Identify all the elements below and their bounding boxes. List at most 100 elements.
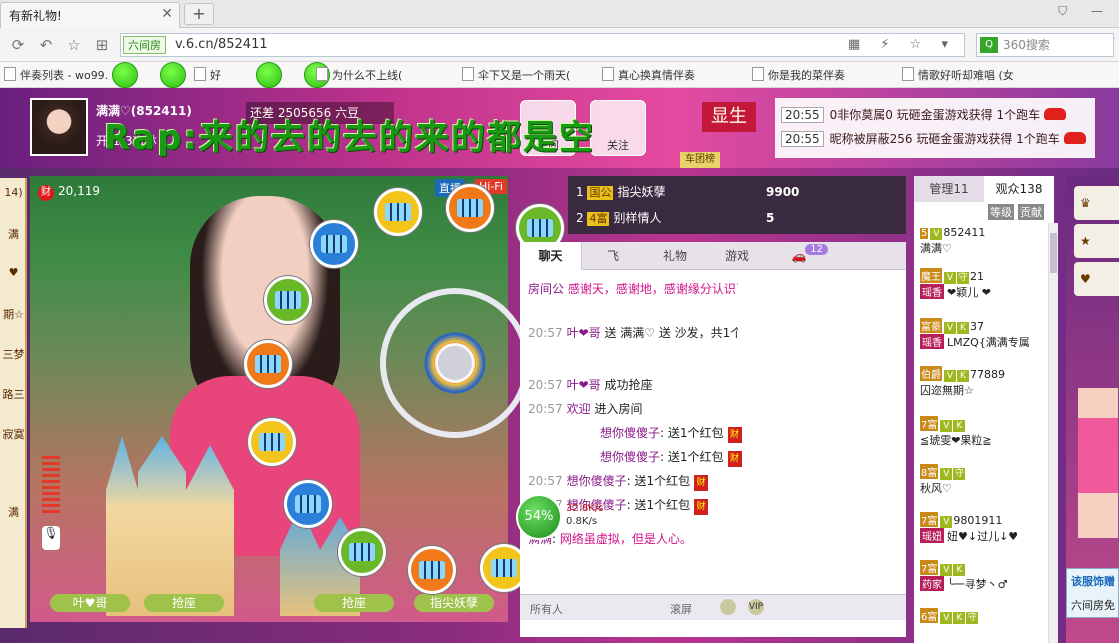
- strip-item[interactable]: 14): [0, 186, 27, 199]
- gondola-icon: [374, 188, 422, 236]
- tab-viewers[interactable]: 观众138: [984, 176, 1054, 202]
- star-icon[interactable]: ★: [1074, 224, 1119, 258]
- gondola-icon: [310, 220, 358, 268]
- grab-seat-button[interactable]: 抢座: [144, 594, 224, 612]
- vip-icon[interactable]: VIP: [748, 599, 764, 615]
- audience-item[interactable]: 7富 V K ≦琥雯❤果粒≧: [920, 416, 1044, 448]
- bookmark-item[interactable]: 你是我的菜伴奏: [752, 67, 845, 83]
- gondola-icon: [284, 480, 332, 528]
- audience-item[interactable]: 6富 V K 守: [920, 608, 1044, 624]
- sports-car-icon: [1063, 132, 1086, 144]
- gondola-icon: [244, 340, 292, 388]
- gift-rank-board: 1 国公 指尖妖孽 9900 2 4富 别样情人 5: [568, 176, 906, 234]
- chat-tabs: 聊天 飞 礼物 游戏 🚗 12: [520, 242, 906, 270]
- browser-tab-bar: 有新礼物! ✕ + ⛉ —: [0, 0, 1119, 28]
- bookmarks-bar: 伴奏列表 - wo99. 好 为什么不上线( 伞下又是一个雨天( 真心换真情伴奏…: [0, 62, 1119, 88]
- audience-item[interactable]: 魔王 V 守 21 瑶香 ❤颖儿 ❤: [920, 268, 1044, 300]
- chat-message: 房间公 感谢天，感谢地，感谢缘分认识了你...XX♡ 充值请找颖儿: [528, 282, 738, 296]
- strip-item[interactable]: 寂寞: [0, 426, 27, 442]
- bookmark-item[interactable]: 好: [194, 67, 221, 83]
- tab-title: 有新礼物!: [9, 9, 62, 23]
- emoji-icon[interactable]: [720, 599, 736, 615]
- green-circle-icon: [112, 62, 138, 88]
- audience-panel: 管理11 观众138 等级 贡献 5 V 852411 满满♡ 魔王 V 守 21 瑶香 ❤颖儿 …: [914, 176, 1054, 643]
- chat-message: 想你傻傻子: 送1个红包财: [600, 448, 810, 467]
- audience-sort[interactable]: 等级 贡献: [914, 202, 1054, 220]
- heart-icon[interactable]: ♥: [1074, 262, 1119, 296]
- audience-item[interactable]: 5 V 852411 满满♡: [920, 226, 1044, 256]
- grid-icon[interactable]: ⊞: [92, 35, 112, 55]
- search-placeholder: 360搜索: [1003, 38, 1050, 52]
- star-icon[interactable]: ☆: [64, 35, 84, 55]
- bookmark-item[interactable]: 为什么不上线(: [316, 67, 402, 83]
- browser-tab[interactable]: 有新礼物! ✕: [0, 2, 180, 28]
- bookmark-item[interactable]: 伞下又是一个雨天(: [462, 67, 570, 83]
- red-packet-icon: 财: [727, 427, 742, 443]
- url-text: v.6.cn/852411: [175, 37, 268, 52]
- gondola-icon: [248, 418, 296, 466]
- green-circle-icon: [160, 62, 186, 88]
- address-bar[interactable]: 六间房 v.6.cn/852411 ▦ ⚡ ☆ ▾: [120, 33, 965, 57]
- grab-seat-button[interactable]: 抢座: [314, 594, 394, 612]
- chat-input-bar[interactable]: 所有人 滚屏 VIP: [520, 594, 906, 620]
- ferris-wheel-hub: [435, 343, 475, 383]
- gondola-icon: [446, 184, 494, 232]
- green-circle-icon: [256, 62, 282, 88]
- bookmark-item[interactable]: 真心换真情伴奏: [602, 67, 695, 83]
- strip-item[interactable]: 满: [0, 226, 27, 242]
- chat-message: 想你傻傻子: 送1个红包财: [600, 424, 810, 443]
- tab-admins[interactable]: 管理11: [914, 176, 984, 202]
- audience-item[interactable]: 8富 V 守秋风♡: [920, 464, 1044, 496]
- notice-row: 20:55 0非你莫属0 玩砸金蛋游戏获得 1个跑车: [781, 106, 1091, 128]
- strip-item[interactable]: 满: [0, 504, 27, 520]
- rank-row[interactable]: 2 4富 别样情人 5: [576, 206, 896, 230]
- navigation-bar: ⟳ ↶ ☆ ⊞ 六间房 v.6.cn/852411 ▦ ⚡ ☆ ▾ Q 360搜…: [0, 28, 1119, 62]
- tab-fly[interactable]: 飞: [582, 242, 644, 270]
- window-controls[interactable]: ⛉ —: [1058, 4, 1113, 19]
- microphone-icon[interactable]: 🎙: [42, 526, 60, 550]
- close-icon[interactable]: ✕: [161, 6, 173, 22]
- car-rank-button[interactable]: 车团榜: [680, 152, 720, 168]
- chat-panel: 聊天 飞 礼物 游戏 🚗 12 房间公 感谢天，感谢地，感谢缘分认识了你...X…: [520, 242, 906, 637]
- undo-icon[interactable]: ↶: [36, 35, 56, 55]
- rank-row[interactable]: 1 国公 指尖妖孽 9900: [576, 180, 896, 204]
- scroll-toggle[interactable]: 滚屏: [670, 601, 692, 617]
- audience-item[interactable]: 7富 V K 药家 ╰一寻梦丶♂: [920, 560, 1044, 592]
- sports-car-icon: [1044, 108, 1067, 120]
- address-bar-icons[interactable]: ▦ ⚡ ☆ ▾: [848, 34, 956, 56]
- chat-message: 20:57想你傻傻子: 送1个红包财: [528, 472, 738, 491]
- overlay-caption: Rap:来的去的去的来的都是空: [104, 118, 596, 158]
- recipient-select[interactable]: 所有人: [530, 601, 563, 617]
- red-packet-icon: 财: [694, 475, 709, 491]
- dressup-promo[interactable]: 该服饰赠 六间房免: [1066, 568, 1119, 618]
- sheng-button[interactable]: 显生: [702, 102, 756, 132]
- red-packet-icon: 财: [694, 499, 709, 515]
- gondola-icon: [408, 546, 456, 594]
- strip-item[interactable]: 路三: [0, 386, 27, 402]
- bookmark-item[interactable]: 伴奏列表 - wo99.: [4, 67, 108, 83]
- chat-message: 满满: 网络虽虚拟，但是人心。: [528, 532, 692, 546]
- strip-item[interactable]: ♥: [0, 266, 27, 279]
- follow-button[interactable]: 关注: [590, 100, 646, 156]
- refresh-icon[interactable]: ⟳: [8, 35, 28, 55]
- search-input[interactable]: Q 360搜索: [976, 33, 1114, 57]
- tab-gift[interactable]: 礼物: [644, 242, 706, 270]
- bookmark-item[interactable]: 情歌好听却难唱 (女: [902, 67, 1014, 83]
- strip-item[interactable]: 三梦: [0, 346, 27, 362]
- audience-item[interactable]: 7富 V 9801911 瑶妞 妞♥↓过儿↓♥: [920, 512, 1044, 544]
- tab-chat[interactable]: 聊天: [520, 242, 582, 270]
- avatar[interactable]: [30, 98, 88, 156]
- crown-icon[interactable]: ♛: [1074, 186, 1119, 220]
- strip-item[interactable]: 期☆: [0, 306, 27, 322]
- new-tab-button[interactable]: +: [184, 3, 214, 25]
- network-quality-badge: 54%: [516, 494, 562, 540]
- seat-button[interactable]: 叶♥哥: [50, 594, 130, 612]
- chat-message: 20:57叶❤哥 送 满满♡ 送 沙发，共1个，感谢: [528, 326, 738, 340]
- tab-game[interactable]: 游戏: [706, 242, 768, 270]
- seat-button[interactable]: 指尖妖孽: [414, 594, 494, 612]
- audience-item[interactable]: 伯爵 V K 77889 囚迩無期☆: [920, 366, 1044, 398]
- notice-row: 20:55 昵称被屏蔽256 玩砸金蛋游戏获得 1个跑车: [781, 130, 1091, 152]
- audience-scrollbar[interactable]: [1048, 223, 1058, 643]
- notice-board: 20:55 0非你莫属0 玩砸金蛋游戏获得 1个跑车 20:55 昵称被屏蔽256 …: [775, 98, 1095, 158]
- audience-item[interactable]: 富豪 V K 37 瑶香 LMZQ{满满专属: [920, 318, 1044, 350]
